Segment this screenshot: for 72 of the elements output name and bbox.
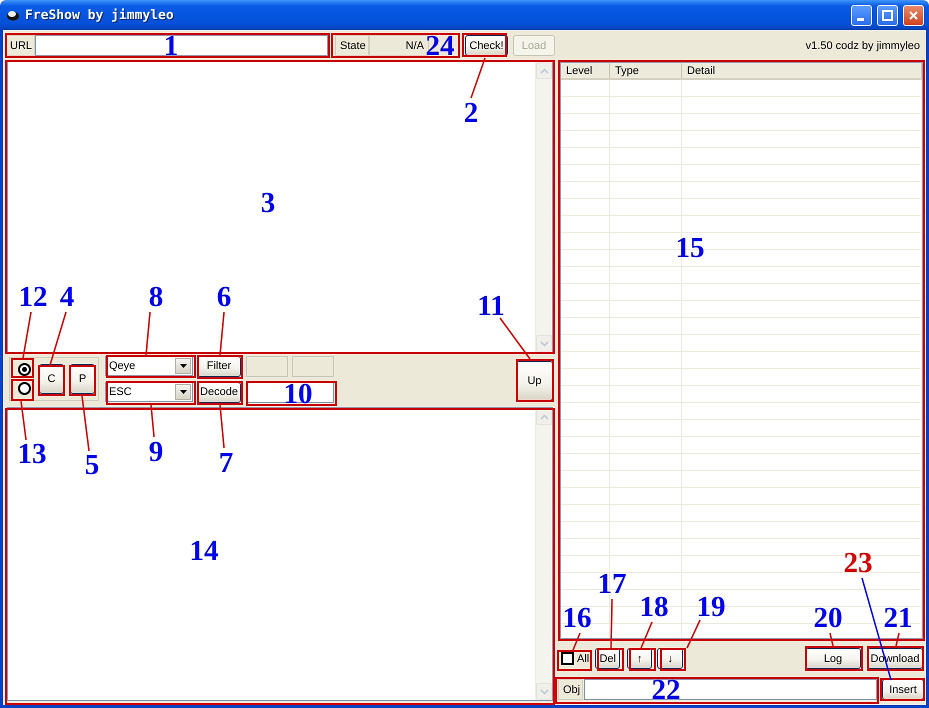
column-header[interactable]: Level bbox=[561, 63, 610, 78]
callout-number: 5 bbox=[84, 452, 100, 478]
callout-number: 23 bbox=[844, 550, 872, 576]
chevron-up-icon bbox=[540, 68, 548, 74]
leader-line bbox=[219, 312, 225, 356]
radio-button[interactable] bbox=[18, 363, 30, 376]
dropdown-arrow-icon bbox=[180, 390, 186, 394]
leader-line bbox=[219, 404, 225, 448]
leader-line bbox=[572, 632, 581, 650]
obj-field[interactable] bbox=[584, 679, 877, 700]
chevron-down-icon bbox=[540, 688, 548, 694]
up-button[interactable]: Up bbox=[516, 361, 553, 401]
callout-number: 14 bbox=[190, 538, 218, 564]
maximize-button[interactable] bbox=[877, 4, 898, 26]
state-label: State bbox=[335, 35, 369, 56]
leader-line bbox=[640, 622, 653, 648]
minimize-icon bbox=[856, 18, 864, 20]
version-text: v1.50 codz by jimmyleo bbox=[804, 38, 921, 54]
dropdown[interactable]: Qeye bbox=[105, 356, 193, 376]
callout-number: 21 bbox=[884, 605, 912, 631]
leader-line bbox=[829, 632, 834, 646]
callout-number: 8 bbox=[148, 284, 164, 310]
leader-line bbox=[145, 312, 151, 356]
callout-number: 11 bbox=[477, 293, 505, 319]
callout-number: 10 bbox=[284, 381, 312, 407]
chevron-up-icon bbox=[540, 414, 548, 420]
callout-number: 3 bbox=[260, 190, 276, 216]
callout-number: 9 bbox=[148, 439, 164, 465]
status-box bbox=[292, 356, 334, 376]
callout-number: 17 bbox=[598, 571, 626, 597]
status-box bbox=[246, 356, 288, 376]
callout-number: 6 bbox=[216, 284, 232, 310]
column-header[interactable]: Detail bbox=[682, 63, 922, 78]
close-button[interactable] bbox=[903, 4, 924, 26]
callout-number: 22 bbox=[652, 677, 680, 703]
minimize-button[interactable] bbox=[851, 4, 872, 26]
callout-number: 15 bbox=[676, 235, 704, 261]
window-title: FreShow by jimmyleo bbox=[25, 8, 175, 22]
column-header[interactable]: Type bbox=[610, 63, 682, 78]
callout-number: 19 bbox=[696, 594, 726, 620]
leader-line bbox=[22, 312, 32, 358]
leader-line bbox=[499, 318, 531, 360]
callout-number: 1 bbox=[164, 33, 178, 59]
callout-number: 4 bbox=[60, 284, 74, 310]
cap-icon bbox=[6, 9, 20, 21]
chevron-down-icon bbox=[540, 340, 548, 346]
callout-number: 12 bbox=[18, 284, 48, 310]
leader-line bbox=[686, 620, 701, 648]
dropdown-arrow-icon bbox=[180, 364, 186, 368]
leader-line bbox=[895, 632, 900, 646]
callout-number: 18 bbox=[640, 594, 668, 620]
close-icon bbox=[908, 10, 919, 20]
leader-line bbox=[610, 598, 613, 648]
radio-button[interactable] bbox=[18, 382, 30, 395]
leader-line bbox=[470, 58, 486, 98]
log-button[interactable]: Log bbox=[805, 648, 861, 669]
leader-line bbox=[150, 404, 155, 438]
all-checkbox[interactable]: All bbox=[561, 650, 590, 668]
obj-label: Obj bbox=[558, 679, 583, 700]
callout-number: 2 bbox=[464, 100, 478, 126]
leader-line bbox=[20, 400, 27, 440]
callout-number: 20 bbox=[814, 605, 842, 631]
callout-number: 7 bbox=[218, 450, 234, 476]
dropdown[interactable]: ESC bbox=[105, 382, 193, 402]
leader-line bbox=[81, 396, 90, 452]
callout-number: 13 bbox=[18, 441, 46, 467]
maximize-icon bbox=[882, 10, 893, 20]
url-label: URL bbox=[5, 35, 35, 56]
callout-number: 16 bbox=[562, 605, 592, 631]
url-field[interactable] bbox=[35, 35, 328, 56]
leader-line bbox=[49, 312, 67, 366]
check-button[interactable]: Check! bbox=[465, 35, 508, 56]
